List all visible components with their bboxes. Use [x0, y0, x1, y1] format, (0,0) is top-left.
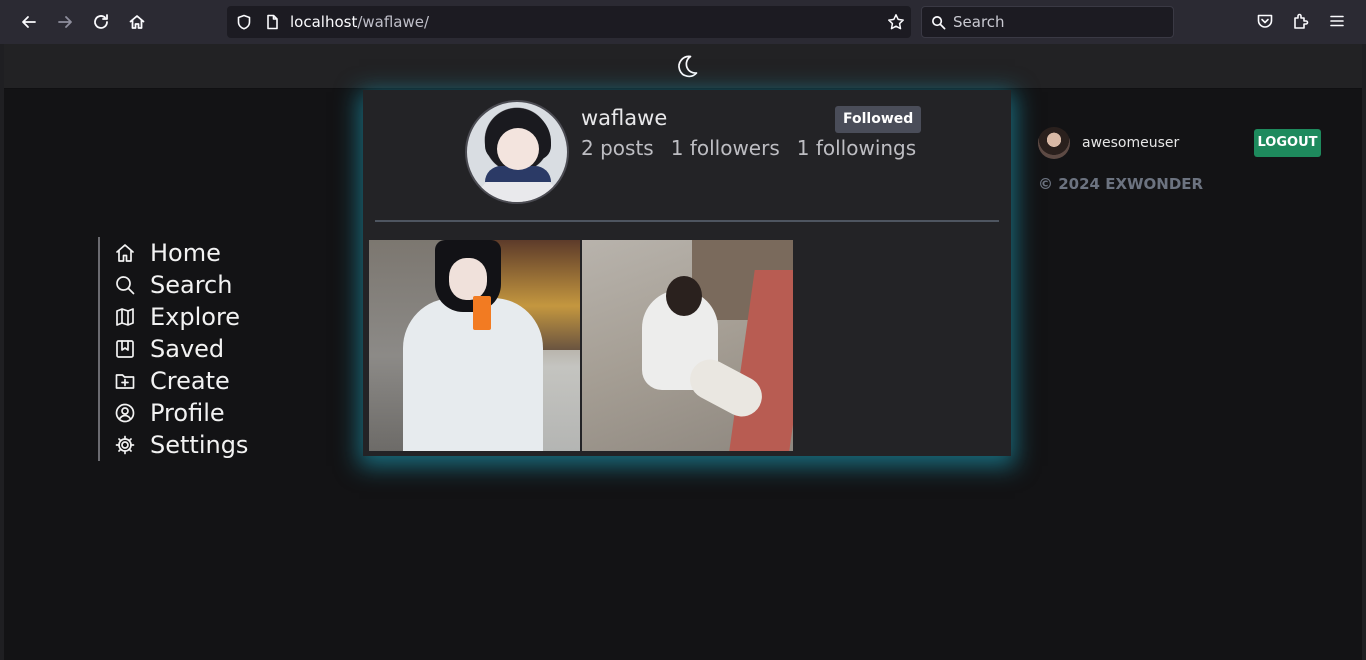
followed-button[interactable]: Followed [835, 106, 922, 133]
sidebar-item-search[interactable]: Search [114, 269, 248, 301]
profile-stats: 2 posts 1 followers 1 followings [581, 136, 916, 160]
sidebar-item-label: Explore [150, 303, 241, 331]
sidebar-item-profile[interactable]: Profile [114, 397, 248, 429]
posts-stat[interactable]: 2 posts [581, 136, 654, 160]
url-text[interactable]: localhost/waflawe/ [290, 13, 429, 31]
sidebar-item-create[interactable]: Create [114, 365, 248, 397]
sidebar-item-saved[interactable]: Saved [114, 333, 248, 365]
moon-icon [678, 55, 698, 78]
sidebar-item-label: Settings [150, 431, 249, 459]
page: Home Search Explore Saved Create Profile… [0, 44, 1366, 660]
sidebar-item-label: Create [150, 367, 230, 395]
copyright-text: © 2024 EXWONDER [1038, 175, 1204, 193]
reload-button[interactable] [88, 9, 114, 35]
sidebar-item-label: Home [150, 239, 221, 267]
pocket-button[interactable] [1256, 12, 1276, 32]
sidebar-item-label: Search [150, 271, 233, 299]
followers-label: followers [689, 136, 780, 160]
profile-divider [375, 220, 999, 222]
profile-username: waflawe [581, 106, 668, 130]
url-path: /waflawe/ [357, 13, 430, 31]
followings-label: followings [815, 136, 917, 160]
profile-avatar[interactable] [465, 100, 569, 204]
logout-button[interactable]: LOGOUT [1254, 129, 1321, 157]
gear-icon [115, 435, 135, 455]
forward-button[interactable] [52, 9, 78, 35]
followings-count: 1 [796, 136, 810, 160]
search-icon [932, 15, 946, 29]
home-icon [129, 15, 145, 29]
puzzle-icon [1294, 13, 1309, 29]
avatar-face [497, 128, 539, 170]
home-icon [116, 244, 134, 262]
post-thumbnail[interactable] [369, 240, 580, 451]
sidebar-item-explore[interactable]: Explore [114, 301, 248, 333]
sidebar-item-home[interactable]: Home [114, 237, 248, 269]
sidebar-item-label: Saved [150, 335, 225, 363]
posts-label: posts [600, 136, 654, 160]
shield-icon[interactable] [236, 14, 252, 30]
menu-button[interactable] [1328, 12, 1348, 32]
sidebar-item-settings[interactable]: Settings [114, 429, 248, 461]
bookmark-star-icon[interactable] [887, 13, 905, 31]
followers-count: 1 [670, 136, 684, 160]
post-figure [473, 296, 491, 330]
top-bar [4, 44, 1362, 89]
post-figure [449, 258, 487, 300]
user-circle-icon [115, 403, 135, 423]
search-placeholder: Search [953, 13, 1005, 31]
post-figure [666, 276, 702, 316]
current-user-avatar[interactable] [1038, 127, 1070, 159]
browser-search-input[interactable]: Search [921, 6, 1174, 38]
browser-toolbar: localhost/waflawe/ Search [0, 0, 1366, 45]
sidebar-nav: Home Search Explore Saved Create Profile… [98, 237, 248, 461]
sidebar-item-label: Profile [150, 399, 225, 427]
bookmark-icon [116, 340, 134, 358]
back-button[interactable] [16, 9, 42, 35]
profile-card: waflawe Followed 2 posts 1 followers 1 f… [363, 90, 1011, 456]
map-icon [116, 308, 134, 326]
extensions-button[interactable] [1292, 12, 1312, 32]
current-user-name[interactable]: awesomeuser [1082, 135, 1179, 151]
followings-stat[interactable]: 1 followings [797, 136, 916, 160]
followers-stat[interactable]: 1 followers [671, 136, 780, 160]
arrow-right-icon [58, 16, 72, 28]
url-bar[interactable]: localhost/waflawe/ [227, 6, 911, 38]
folder-plus-icon [115, 374, 135, 389]
reload-icon [94, 14, 108, 29]
page-icon[interactable] [264, 14, 280, 30]
arrow-left-icon [22, 16, 36, 28]
post-thumbnail[interactable] [582, 240, 793, 451]
posts-count: 2 [581, 136, 594, 160]
dark-mode-toggle[interactable] [673, 52, 701, 80]
home-button[interactable] [124, 9, 150, 35]
search-icon [116, 276, 135, 295]
url-host: localhost [290, 13, 358, 31]
pocket-icon [1257, 14, 1273, 28]
hamburger-icon [1330, 15, 1344, 27]
